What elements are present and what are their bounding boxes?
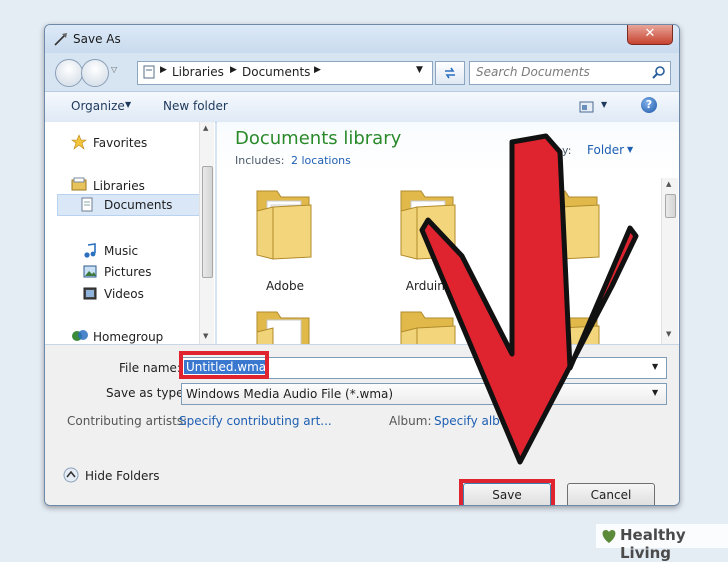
watermark: Healthy Living [596, 524, 728, 562]
heart-logo-icon [602, 530, 616, 543]
red-arrow-annotation [419, 133, 639, 465]
watermark-brand: Healthy Living [620, 526, 686, 562]
